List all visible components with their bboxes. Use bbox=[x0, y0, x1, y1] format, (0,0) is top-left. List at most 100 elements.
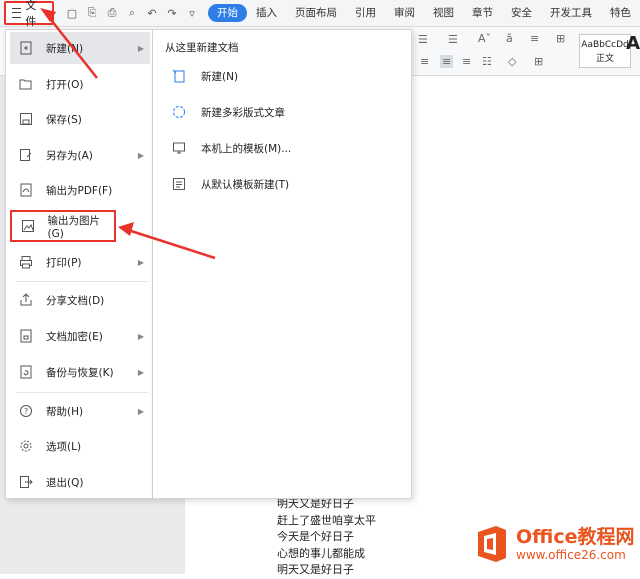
align-icon[interactable]: ☰ bbox=[448, 33, 458, 46]
ribbon-tabs: 开始 插入 页面布局 引用 审阅 视图 章节 安全 开发工具 特色 bbox=[208, 4, 640, 22]
submenu-item-default-template[interactable]: 从默认模板新建(T) bbox=[171, 172, 289, 196]
hamburger-icon bbox=[12, 8, 22, 18]
menu-item-options[interactable]: 选项(L) bbox=[10, 430, 150, 462]
exit-icon bbox=[18, 474, 34, 490]
printer-icon bbox=[18, 254, 34, 270]
export-icon[interactable]: ⎘ bbox=[86, 6, 98, 20]
menu-item-new[interactable]: 新建(N) ▶ bbox=[10, 32, 150, 64]
menu-item-open[interactable]: 打开(O) bbox=[10, 68, 150, 100]
tab-security[interactable]: 安全 bbox=[502, 4, 541, 22]
undo-icon[interactable]: ↶ bbox=[146, 7, 158, 20]
phonetic-icon[interactable]: ǎ bbox=[506, 32, 513, 45]
save-icon[interactable]: ▢ bbox=[66, 7, 78, 20]
menu-item-label: 退出(Q) bbox=[46, 476, 84, 489]
customize-icon[interactable]: ▿ bbox=[186, 7, 198, 20]
submenu-title: 从这里新建文档 bbox=[165, 42, 239, 54]
menu-item-save[interactable]: 保存(S) bbox=[10, 103, 150, 135]
help-icon: ? bbox=[18, 403, 34, 419]
lock-icon bbox=[18, 328, 34, 344]
menu-divider bbox=[16, 392, 148, 393]
file-menu-button[interactable]: 文件 bbox=[4, 0, 54, 28]
tab-view[interactable]: 视图 bbox=[424, 4, 463, 22]
document-line: 赶上了盛世咱享太平 bbox=[277, 513, 376, 527]
backup-icon bbox=[18, 364, 34, 380]
border-icon[interactable]: ⊞ bbox=[556, 32, 565, 45]
list-icon[interactable]: ☷ bbox=[482, 55, 492, 68]
pdf-icon bbox=[18, 182, 34, 198]
colorful-article-icon bbox=[171, 104, 187, 120]
new-document-submenu: 从这里新建文档 新建(N) 新建多彩版式文章 本机上的模板(M)... 从默认模… bbox=[153, 29, 412, 499]
submenu-item-colorful-article[interactable]: 新建多彩版式文章 bbox=[171, 100, 285, 124]
tab-references[interactable]: 引用 bbox=[346, 4, 385, 22]
chevron-right-icon: ▶ bbox=[137, 257, 144, 267]
font-size-icon[interactable]: Aˇ bbox=[478, 32, 491, 45]
menu-item-print[interactable]: 打印(P) ▶ bbox=[10, 246, 150, 278]
menu-item-label: 另存为(A) bbox=[46, 149, 93, 162]
print-preview-icon[interactable]: ⌕ bbox=[126, 6, 138, 20]
svg-text:?: ? bbox=[24, 407, 28, 416]
submenu-item-label: 本机上的模板(M)... bbox=[201, 142, 292, 155]
document-line: 明天又是好日子 bbox=[277, 563, 354, 576]
tab-page-layout[interactable]: 页面布局 bbox=[286, 4, 346, 22]
fill-icon[interactable]: ◇ bbox=[508, 55, 516, 68]
office-logo bbox=[478, 526, 506, 562]
style-normal[interactable]: AaBbCcDd 正文 A bbox=[579, 34, 640, 68]
menu-item-save-as[interactable]: 另存为(A) ▶ bbox=[10, 139, 150, 171]
watermark-url: www.office26.com bbox=[516, 548, 626, 562]
style-name: 正文 bbox=[595, 54, 614, 64]
menu-item-label: 打开(O) bbox=[46, 78, 84, 91]
chevron-right-icon: ▶ bbox=[137, 367, 144, 377]
tab-section[interactable]: 章节 bbox=[463, 4, 502, 22]
watermark: Office教程网 www.office26.com bbox=[474, 520, 640, 572]
chevron-right-icon: ▶ bbox=[137, 43, 144, 53]
style-heading-preview: A bbox=[626, 33, 640, 54]
file-menu-label: 文件 bbox=[25, 0, 37, 28]
quick-access-toolbar: ▢ ⎘ ⎙ ⌕ ↶ ↷ ▿ bbox=[66, 6, 198, 20]
default-template-icon bbox=[171, 176, 187, 192]
menu-item-label: 选项(L) bbox=[46, 440, 82, 453]
image-export-icon bbox=[20, 218, 35, 234]
style-preview-text: AaBbCcDd bbox=[581, 40, 629, 50]
tab-special[interactable]: 特色 bbox=[601, 4, 640, 22]
menu-item-label: 分享文档(D) bbox=[46, 294, 105, 307]
watermark-title: Office教程网 bbox=[516, 526, 635, 548]
gear-icon bbox=[18, 438, 34, 454]
table-border-icon[interactable]: ⊞ bbox=[534, 55, 543, 68]
menu-item-export-image[interactable]: 输出为图片(G) bbox=[10, 210, 116, 242]
menu-item-backup[interactable]: 备份与恢复(K) ▶ bbox=[10, 356, 150, 388]
tab-developer[interactable]: 开发工具 bbox=[541, 4, 601, 22]
align-right-icon[interactable]: ≡ bbox=[462, 55, 471, 68]
tab-insert[interactable]: 插入 bbox=[247, 4, 286, 22]
line-spacing-icon[interactable]: ≡ bbox=[530, 32, 539, 45]
submenu-item-local-template[interactable]: 本机上的模板(M)... bbox=[171, 136, 291, 160]
menu-item-label: 新建(N) bbox=[46, 42, 84, 55]
align-justify-icon[interactable]: ≡ bbox=[440, 55, 454, 68]
menu-item-export-pdf[interactable]: 输出为PDF(F) bbox=[10, 174, 150, 206]
redo-icon[interactable]: ↷ bbox=[166, 7, 178, 20]
document-line: 心想的事儿都能成 bbox=[277, 546, 365, 560]
submenu-item-label: 从默认模板新建(T) bbox=[201, 178, 290, 191]
menu-item-label: 输出为PDF(F) bbox=[46, 184, 113, 197]
menu-item-exit[interactable]: 退出(Q) bbox=[10, 466, 150, 498]
align-left-icon[interactable]: ≡ bbox=[420, 55, 429, 68]
menu-item-encrypt[interactable]: 文档加密(E) ▶ bbox=[10, 320, 150, 352]
document-text: 明天又是好日子 赶上了盛世咱享太平 今天是个好日子 心想的事儿都能成 明天又是好… bbox=[277, 496, 376, 579]
new-document-icon bbox=[18, 40, 34, 56]
menu-item-help[interactable]: ? 帮助(H) ▶ bbox=[10, 395, 150, 427]
tab-home[interactable]: 开始 bbox=[208, 4, 247, 22]
menu-item-label: 输出为图片(G) bbox=[47, 214, 100, 240]
submenu-item-label: 新建(N) bbox=[201, 70, 239, 83]
file-menu-panel: 新建(N) ▶ 打开(O) 保存(S) 另存为(A) ▶ 输出为PDF(F) 输… bbox=[5, 29, 153, 499]
chevron-right-icon: ▶ bbox=[137, 150, 144, 160]
submenu-item-label: 新建多彩版式文章 bbox=[201, 106, 285, 119]
menu-bar: 文件 ▢ ⎘ ⎙ ⌕ ↶ ↷ ▿ 开始 插入 页面布局 引用 审阅 视图 章节 … bbox=[0, 0, 640, 28]
printer-icon[interactable]: ⎙ bbox=[106, 6, 118, 20]
submenu-item-new[interactable]: 新建(N) bbox=[171, 64, 238, 88]
menu-item-label: 备份与恢复(K) bbox=[46, 366, 114, 379]
indent-icon[interactable]: ☰ bbox=[418, 33, 428, 46]
save-icon bbox=[18, 111, 34, 127]
menu-item-label: 帮助(H) bbox=[46, 405, 84, 418]
menu-item-share[interactable]: 分享文档(D) bbox=[10, 284, 150, 316]
tab-review[interactable]: 审阅 bbox=[385, 4, 424, 22]
chevron-right-icon: ▶ bbox=[137, 406, 144, 416]
